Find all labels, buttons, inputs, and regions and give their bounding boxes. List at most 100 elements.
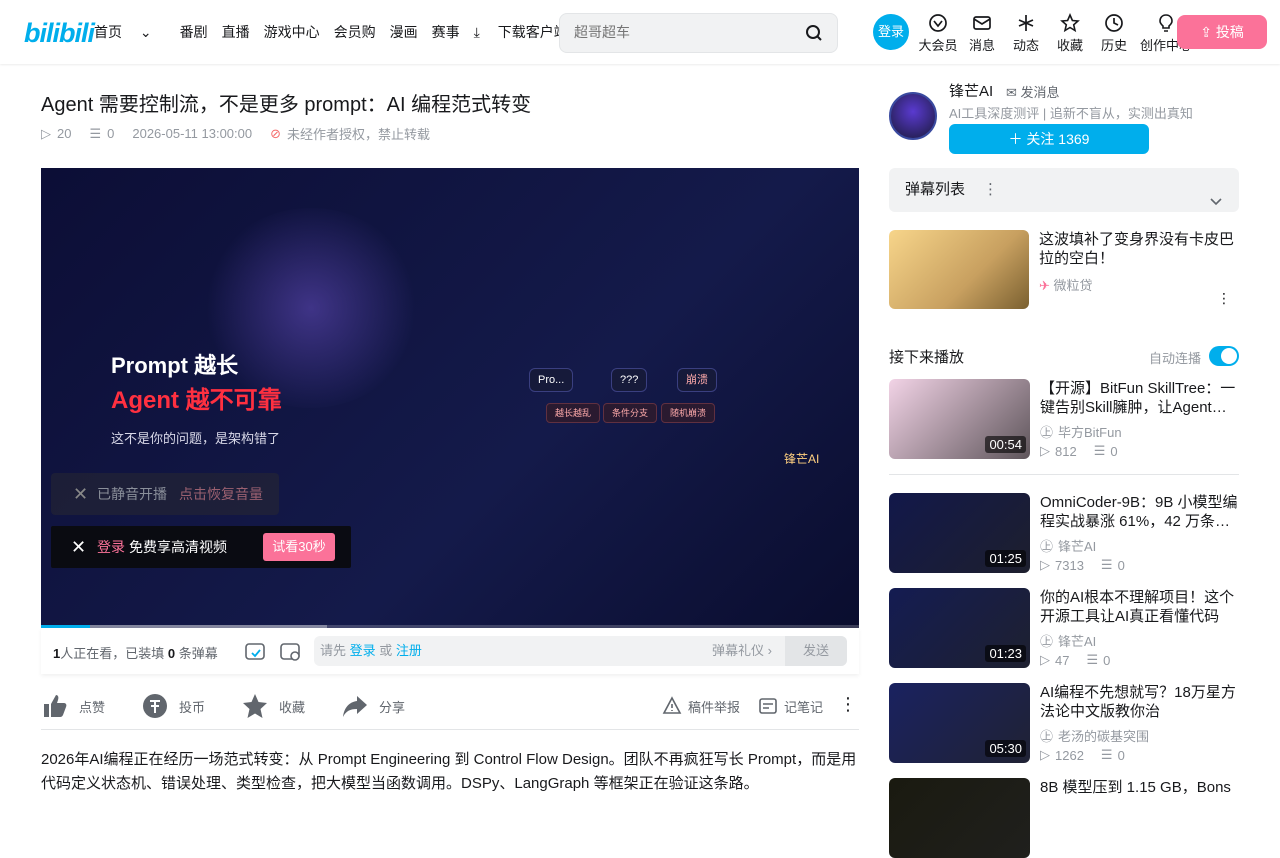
video-title[interactable]: AI编程不先想就写？18万星方法论中文版教你治 [1040, 683, 1239, 721]
video-description: 2026年AI编程正在经历一场范式转变：从 Prompt Engineering… [41, 751, 857, 792]
video-thumbnail: 00:54 [889, 379, 1030, 459]
recommendation-card[interactable]: 05:30 AI编程不先想就写？18万星方法论中文版教你治㊤老汤的碳基突围 ▷ 126… [889, 683, 1239, 763]
viewer-info: 1人正在看，已装填 0 条弹幕 [53, 643, 218, 662]
like-button[interactable]: 点赞 [41, 692, 105, 720]
coin-button[interactable]: 投币 [141, 692, 205, 720]
video-author-label: 锋芒AI [1058, 634, 1097, 649]
favorite-button[interactable]: 收藏 [241, 692, 305, 720]
header-message[interactable]: 消息 [960, 13, 1004, 54]
uploader-name[interactable]: 锋芒AI [949, 80, 993, 101]
video-author[interactable]: ㊤毕方BitFun [1040, 422, 1122, 441]
video-duration: 01:25 [985, 550, 1026, 567]
more-icon[interactable]: ⋮ [1217, 290, 1231, 307]
player-pill-1: Pro... [529, 368, 574, 392]
login-avatar-button[interactable]: 登录 [873, 14, 909, 50]
danmaku-list-label: 弹幕列表 [905, 181, 966, 198]
nav-download-label: 下载客户端 [497, 24, 568, 40]
close-icon[interactable]: ✕ [73, 473, 88, 515]
restore-volume-link[interactable]: 点击恢复音量 [179, 473, 263, 515]
video-author[interactable]: ㊤锋芒AI [1040, 631, 1096, 650]
search-icon[interactable] [805, 24, 823, 47]
bilibili-logo[interactable]: bilibili [24, 18, 95, 49]
prompt-prefix: 请先 [320, 643, 347, 658]
upload-icon: ⇪ [1200, 24, 1212, 40]
recommendation-card[interactable]: 01:23 你的AI根本不理解项目！这个开源工具让AI真正看懂代码㊤锋芒AI ▷ 47… [889, 588, 1239, 668]
share-button[interactable]: 分享 [341, 692, 405, 720]
header-history[interactable]: 历史 [1092, 13, 1136, 54]
up-icon: ㊤ [1040, 539, 1054, 554]
nav-manga[interactable]: 漫画 [390, 22, 418, 42]
ad-title: 这波填补了变身界没有卡皮巴拉的空白！ [1039, 231, 1235, 267]
mute-label: 已静音开播 [97, 486, 167, 502]
player-chip-1: 越长越乱 [546, 403, 601, 423]
nav-live[interactable]: 直播 [222, 22, 250, 42]
danmaku-count-icon: ☰ [1100, 747, 1113, 762]
danmaku-bar: 1人正在看，已装填 0 条弹幕 请先 登录 或 注册 弹幕礼仪 › 发送 [41, 628, 859, 674]
nav-anime[interactable]: 番剧 [180, 22, 208, 42]
header-vip[interactable]: 大会员 [916, 13, 960, 54]
danmaku-login-prompt: 请先 登录 或 注册 [320, 636, 422, 666]
video-title[interactable]: 8B 模型压到 1.15 GB，Bons [1040, 778, 1239, 797]
video-plays: 812 [1055, 443, 1077, 459]
video-danmaku: 0 [1103, 652, 1111, 668]
danmaku-loaded: 0 [167, 646, 176, 661]
nav-game-center[interactable]: 游戏中心 [264, 22, 320, 42]
recommendation-card[interactable]: 00:54 【开源】BitFun SkillTree：一键告别Skill臃肿，让A… [889, 379, 1239, 459]
send-message-link[interactable]: ✉ 发消息 [1006, 82, 1060, 101]
recommendation-card[interactable]: 8B 模型压到 1.15 GB，Bons [889, 778, 1239, 858]
video-title[interactable]: 你的AI根本不理解项目！这个开源工具让AI真正看懂代码 [1040, 588, 1239, 626]
like-label: 点赞 [79, 699, 106, 715]
report-button[interactable]: 稿件举报 [662, 696, 740, 716]
danmaku-list-header[interactable]: 弹幕列表 ⋮ [889, 168, 1239, 212]
up-icon: ㊤ [1040, 425, 1054, 440]
more-actions-icon[interactable]: ⋮ [839, 694, 857, 715]
video-title[interactable]: OmniCoder-9B：9B 小模型编程实战暴涨 61%，42 万条… [1040, 493, 1239, 531]
nav-match[interactable]: 赛事 [432, 22, 460, 42]
video-title[interactable]: 【开源】BitFun SkillTree：一键告别Skill臃肿，让Agent… [1040, 379, 1239, 417]
header-dynamic-label: 动态 [1012, 38, 1039, 53]
danmaku-toggle-icon[interactable] [244, 640, 266, 667]
danmaku-register-link[interactable]: 注册 [396, 643, 422, 658]
follow-button[interactable]: ＋ 关注 1369 [949, 124, 1149, 154]
danmaku-etiquette-link[interactable]: 弹幕礼仪 › [712, 636, 772, 666]
uploader-avatar[interactable] [889, 92, 937, 140]
message-icon [973, 16, 991, 30]
danmaku-settings-icon[interactable] [279, 640, 301, 667]
danmaku-login-link[interactable]: 登录 [350, 643, 376, 658]
header-favorites[interactable]: 收藏 [1048, 13, 1092, 54]
autoplay-toggle[interactable] [1209, 346, 1239, 366]
video-danmaku: 0 [1117, 747, 1125, 763]
viewer-text: 人正在看，已装填 [60, 646, 165, 661]
player-chip-3: 随机崩溃 [661, 403, 716, 423]
note-button[interactable]: 记笔记 [758, 696, 823, 716]
search-input[interactable] [574, 24, 794, 40]
send-danmaku-button[interactable]: 发送 [785, 636, 847, 666]
danmaku-count: 0 [107, 126, 115, 141]
try-hd-button[interactable]: 试看30秒 [263, 533, 335, 561]
play-count-icon: ▷ [1040, 747, 1050, 762]
danmaku-input[interactable]: 请先 登录 或 注册 弹幕礼仪 › 发送 [314, 636, 847, 666]
video-author[interactable]: ㊤老汤的碳基突围 [1040, 726, 1149, 745]
dynamic-icon [1018, 15, 1034, 31]
recommendation-card[interactable]: 01:25 OmniCoder-9B：9B 小模型编程实战暴涨 61%，42 万条… [889, 493, 1239, 573]
video-player[interactable]: Prompt 越长 Agent 越不可靠 这不是你的问题，是架构错了 Pro..… [41, 168, 859, 628]
chevron-right-icon: › [767, 643, 772, 658]
upload-button[interactable]: ⇪ 投稿 [1177, 15, 1267, 49]
video-author[interactable]: ㊤锋芒AI [1040, 536, 1096, 555]
nav-home-label: 首页 [94, 24, 122, 40]
lightbulb-icon [1159, 14, 1173, 32]
nav-home[interactable]: 首页 ⌄ [94, 22, 166, 42]
ad-card[interactable]: 这波填补了变身界没有卡皮巴拉的空白！ ✈ 微粒贷 ⋮ [889, 230, 1239, 310]
header-dynamic[interactable]: 动态 [1004, 13, 1048, 54]
close-icon[interactable]: ✕ [71, 526, 86, 568]
nav-mall[interactable]: 会员购 [334, 22, 376, 42]
video-plays: 47 [1055, 652, 1070, 668]
mute-notice[interactable]: ✕ 已静音开播 点击恢复音量 [51, 473, 279, 515]
header-history-label: 历史 [1100, 38, 1127, 53]
star-icon [243, 694, 267, 718]
play-count-icon: ▷ [41, 125, 51, 141]
hd-text: 免费享高清视频 [129, 539, 227, 555]
hd-login-link[interactable]: 登录 [97, 526, 125, 568]
more-icon[interactable]: ⋮ [983, 168, 998, 212]
video-meta: ▷ 20 ☰ 0 2026-05-11 13:00:00 ⊘ 未经作者授权，禁止转载 [41, 124, 430, 143]
